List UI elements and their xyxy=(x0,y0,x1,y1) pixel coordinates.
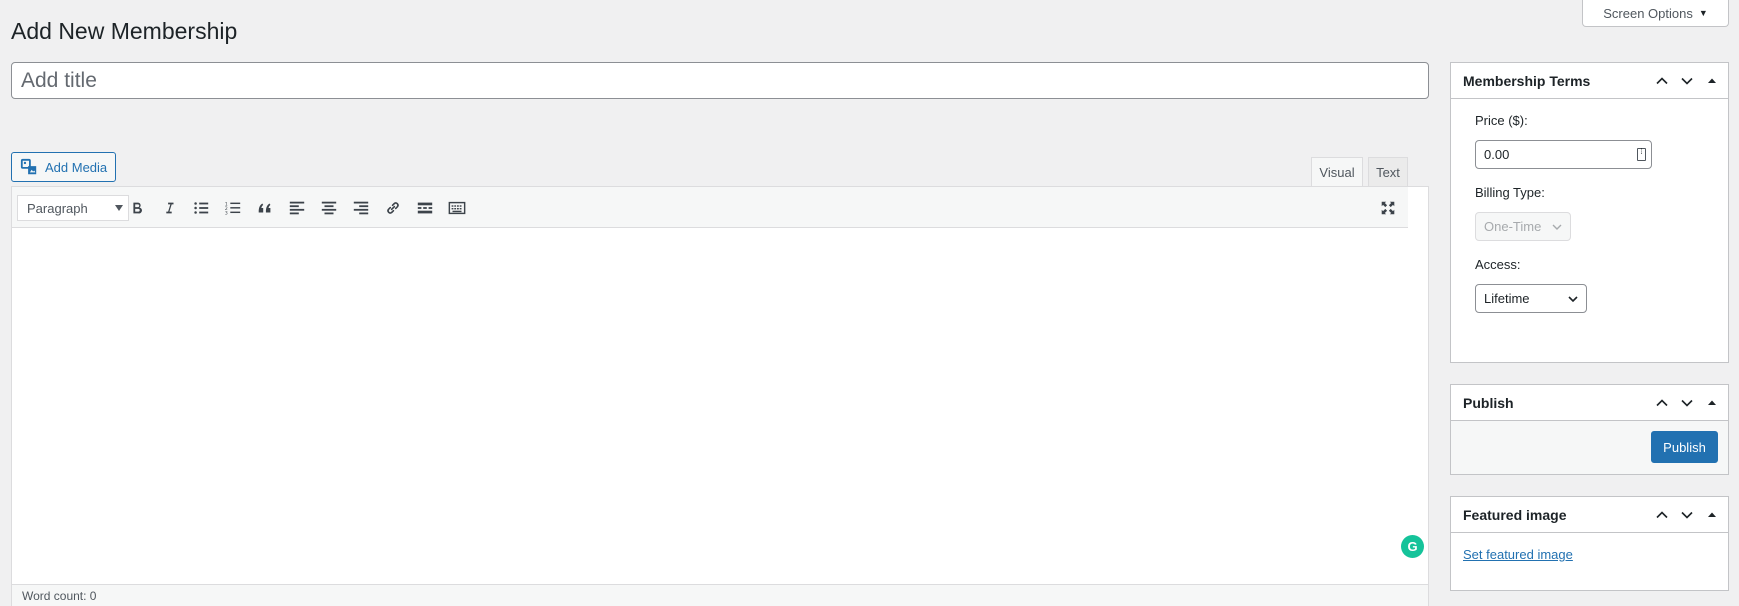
membership-terms-title: Membership Terms xyxy=(1463,72,1591,89)
access-select[interactable]: Lifetime xyxy=(1475,284,1587,313)
billing-type-select: One-Time xyxy=(1475,212,1571,241)
grammarly-icon[interactable]: G xyxy=(1401,535,1424,558)
access-value: Lifetime xyxy=(1484,291,1530,306)
featured-image-title: Featured image xyxy=(1463,506,1567,523)
content-editor[interactable]: Paragraph 123 Word count: 0 xyxy=(11,186,1429,606)
collapse-icon[interactable] xyxy=(1699,500,1724,530)
featured-image-box: Featured image Set featured image xyxy=(1450,496,1729,591)
align-center-icon[interactable] xyxy=(316,195,342,221)
publish-box: Publish Publish xyxy=(1450,384,1729,475)
caret-down-icon: ▼ xyxy=(1698,8,1708,18)
move-up-icon[interactable] xyxy=(1649,500,1674,530)
tab-text[interactable]: Text xyxy=(1368,157,1408,187)
title-input[interactable] xyxy=(11,62,1429,99)
svg-text:3: 3 xyxy=(225,210,228,216)
fullscreen-icon[interactable] xyxy=(1375,195,1401,221)
toolbar-toggle-icon[interactable] xyxy=(444,195,470,221)
read-more-icon[interactable] xyxy=(412,195,438,221)
number-spinner-icon[interactable]: ⁞ xyxy=(1637,148,1646,161)
price-label: Price ($): xyxy=(1475,113,1528,128)
price-value: 0.00 xyxy=(1484,147,1510,162)
collapse-icon[interactable] xyxy=(1699,66,1724,96)
align-left-icon[interactable] xyxy=(284,195,310,221)
format-select[interactable]: Paragraph xyxy=(17,195,129,221)
screen-options-label: Screen Options xyxy=(1603,5,1693,21)
publish-button[interactable]: Publish xyxy=(1651,431,1718,463)
price-input[interactable]: 0.00 ⁞ xyxy=(1475,140,1652,169)
blockquote-icon[interactable] xyxy=(252,195,278,221)
move-down-icon[interactable] xyxy=(1674,66,1699,96)
caret-down-icon xyxy=(115,205,123,211)
chevron-down-icon xyxy=(1568,296,1578,303)
align-right-icon[interactable] xyxy=(348,195,374,221)
set-featured-image-link[interactable]: Set featured image xyxy=(1463,547,1573,562)
bold-icon[interactable] xyxy=(124,195,150,221)
page-title: Add New Membership xyxy=(11,18,238,44)
tab-visual[interactable]: Visual xyxy=(1311,157,1363,187)
format-select-value: Paragraph xyxy=(27,200,88,216)
media-icon xyxy=(20,158,37,175)
move-down-icon[interactable] xyxy=(1674,500,1699,530)
publish-title: Publish xyxy=(1463,394,1514,411)
word-count: Word count: 0 xyxy=(12,584,1428,606)
featured-image-header: Featured image xyxy=(1451,497,1728,533)
numbered-list-icon[interactable]: 123 xyxy=(220,195,246,221)
move-down-icon[interactable] xyxy=(1674,388,1699,418)
link-icon[interactable] xyxy=(380,195,406,221)
chevron-down-icon xyxy=(1552,224,1562,230)
access-label: Access: xyxy=(1475,257,1521,272)
screen-options-button[interactable]: Screen Options ▼ xyxy=(1582,0,1729,27)
editor-toolbar: Paragraph 123 xyxy=(12,187,1408,228)
move-up-icon[interactable] xyxy=(1649,66,1674,96)
move-up-icon[interactable] xyxy=(1649,388,1674,418)
bulleted-list-icon[interactable] xyxy=(188,195,214,221)
membership-terms-header: Membership Terms xyxy=(1451,63,1728,99)
publish-header: Publish xyxy=(1451,385,1728,421)
italic-icon[interactable] xyxy=(156,195,182,221)
collapse-icon[interactable] xyxy=(1699,388,1724,418)
add-media-button[interactable]: Add Media xyxy=(11,152,116,182)
add-media-label: Add Media xyxy=(45,159,108,175)
billing-type-label: Billing Type: xyxy=(1475,185,1545,200)
billing-type-value: One-Time xyxy=(1484,219,1542,234)
membership-terms-box: Membership Terms Price ($): 0.00 ⁞ Billi… xyxy=(1450,62,1729,363)
